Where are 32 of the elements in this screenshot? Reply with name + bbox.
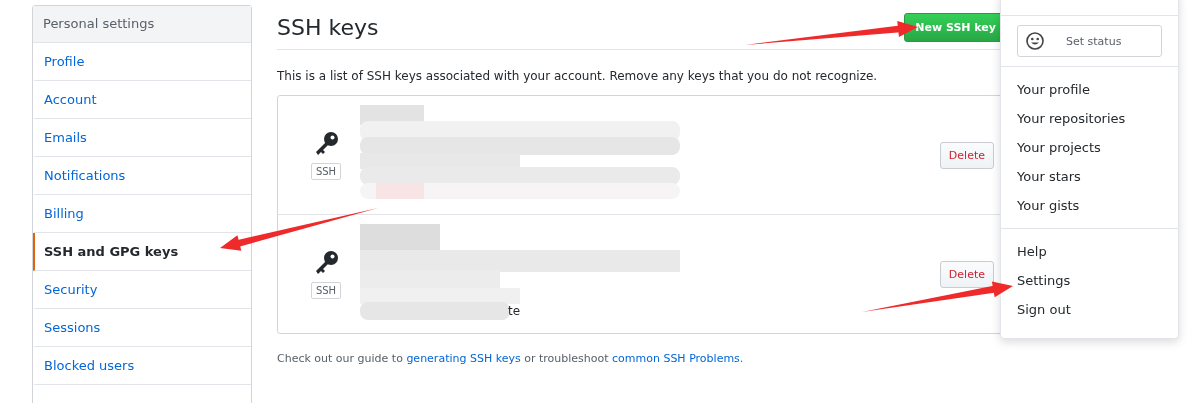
sidebar-heading: Personal settings: [33, 6, 251, 43]
menu-item[interactable]: Your gists: [1017, 191, 1080, 220]
key-icon: [313, 130, 339, 157]
key-icon: [313, 249, 339, 276]
menu-item[interactable]: Your projects: [1017, 133, 1101, 162]
smiley-icon: [1026, 32, 1044, 50]
menu-item[interactable]: Help: [1017, 237, 1047, 266]
sidebar-item[interactable]: Billing: [33, 195, 251, 233]
set-status-label: Set status: [1066, 34, 1122, 48]
key-detail-text: te: [508, 304, 521, 318]
sidebar-item[interactable]: Emails: [33, 119, 251, 157]
menu-item[interactable]: Your stars: [1017, 162, 1081, 191]
set-status-button[interactable]: Set status: [1017, 25, 1162, 57]
menu-item[interactable]: Your repositories: [1017, 104, 1126, 133]
delete-button[interactable]: Delete: [939, 141, 994, 169]
delete-button[interactable]: Delete: [939, 260, 994, 288]
ssh-label: SSH: [310, 162, 342, 180]
description-text: This is a list of SSH keys associated with your account. Remove any keys that you do not recognize.: [277, 69, 879, 83]
sidebar-item[interactable]: Security: [33, 271, 251, 309]
menu-item[interactable]: Settings: [1017, 266, 1071, 295]
ssh-problems-link[interactable]: common SSH Problems: [612, 352, 740, 365]
sidebar-item[interactable]: Notifications: [33, 157, 251, 195]
generating-keys-link[interactable]: generating SSH keys: [406, 352, 521, 365]
sidebar-item[interactable]: Blocked users: [33, 347, 251, 385]
sidebar-item[interactable]: Profile: [33, 43, 251, 81]
sidebar-item[interactable]: Account: [33, 81, 251, 119]
menu-item[interactable]: Your profile: [1017, 75, 1090, 104]
ssh-label: SSH: [310, 281, 342, 299]
page-title: SSH keys: [277, 14, 379, 40]
sidebar-item[interactable]: Sessions: [33, 309, 251, 347]
menu-item[interactable]: Sign out: [1017, 295, 1071, 324]
help-text: Check out our guide to generating SSH keys or troubleshoot common SSH Problems.: [277, 352, 745, 365]
